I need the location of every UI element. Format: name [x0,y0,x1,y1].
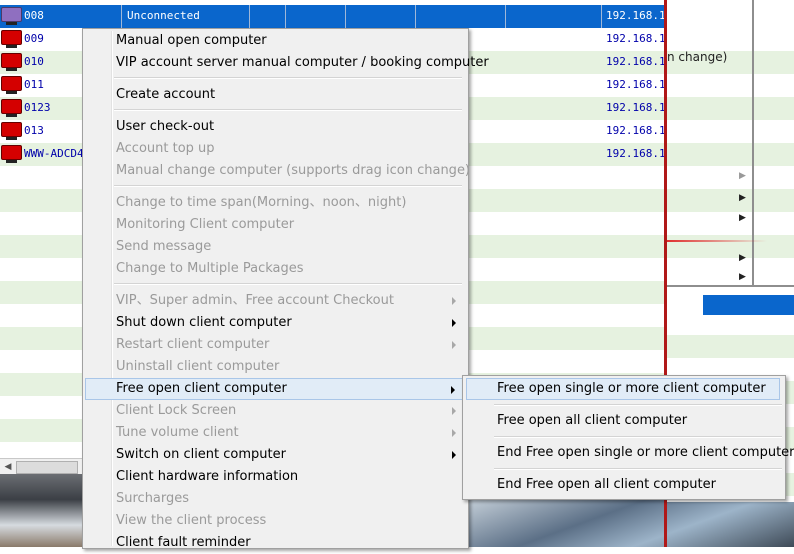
scroll-left-icon[interactable]: ◀ [2,460,14,474]
computer-ip: 192.168.10 [606,78,666,91]
chevron-right-icon: ▶ [739,171,746,181]
menu-separator [494,468,782,470]
menu-item-manual-change-computer: Manual change computer (supports drag ic… [116,163,471,178]
menu-item-change-time-span: Change to time span(Morning、noon、night) [116,195,407,210]
computer-ip: 192.168.10 [606,101,666,114]
free-open-submenu: Free open single or more client computer… [462,375,794,500]
menu-item-tune-volume: Tune volume client [85,422,464,444]
menu-item-change-packages: Change to Multiple Packages [116,261,304,276]
menu-item-view-process: View the client process [116,513,267,528]
menu-item-monitoring-client: Monitoring Client computer [116,217,295,232]
red-monitor-icon [1,53,22,71]
computer-ip: 192.168.10 [606,55,666,68]
desktop-wallpaper [460,500,794,547]
chevron-right-icon [452,319,456,327]
menu-item-surcharges: Surcharges [116,491,190,506]
menu-separator [114,185,462,187]
submenu-item-free-open-single[interactable]: Free open single or more client computer [466,378,780,400]
red-monitor-icon [1,76,22,94]
chevron-right-icon: ▶ [739,193,746,203]
window-border [752,0,754,285]
submenu-item-free-open-all[interactable]: Free open all client computer [466,410,780,432]
chevron-right-icon [451,386,455,394]
chevron-right-icon: ▶ [739,253,746,263]
computer-name: 010 [24,55,44,68]
menu-item-restart-client: Restart client computer [85,334,464,356]
menu-item-manual-open[interactable]: Manual open computer [85,30,464,52]
chevron-right-icon [452,297,456,305]
menu-item-user-checkout[interactable]: User check-out [85,116,464,138]
menu-separator [494,404,782,406]
menu-item-free-open-client[interactable]: Free open client computer [85,378,464,400]
computer-ip: 192.168.10 [606,124,666,137]
chevron-right-icon: ▶ [739,213,746,223]
chevron-right-icon [452,451,456,459]
menu-item-vip-manual-booking[interactable]: VIP account server manual computer / boo… [85,52,489,74]
computer-ip: 192.168.10 [606,9,666,22]
menu-item-account-top-up: Account top up [116,141,215,156]
chevron-right-icon [452,407,456,415]
menu-item-vip-checkout: VIP、Super admin、Free account Checkout [85,290,464,312]
menu-item-shut-down-client[interactable]: Shut down client computer [85,312,464,334]
menu-separator [114,109,462,111]
computer-name: 009 [24,32,44,45]
menu-separator [114,283,462,285]
red-monitor-icon [1,145,22,163]
computer-name: WWW-ADCD4 [24,147,84,160]
menu-separator [114,77,462,79]
selected-row-highlight [703,295,794,315]
menu-item-send-message: Send message [116,239,212,254]
menu-item-switch-on-client[interactable]: Switch on client computer [85,444,464,466]
table-row-008[interactable]: 008 Unconnected 192.168.10 [0,5,666,28]
red-monitor-icon [1,122,22,140]
menu-item-client-lock-screen: Client Lock Screen [85,400,464,422]
drag-indicator-line [667,240,767,242]
computer-name: 013 [24,124,44,137]
chevron-right-icon [452,429,456,437]
red-monitor-icon [1,30,22,48]
chevron-right-icon: ▶ [739,272,746,282]
computer-ip: 192.168.10 [606,147,666,160]
computer-name: 0123 [24,101,51,114]
background-menu-text: n change) [667,50,728,64]
menu-item-create-account[interactable]: Create account [85,84,464,106]
offline-monitor-icon [1,7,22,25]
menu-item-fault-reminder[interactable]: Client fault reminder [85,532,464,554]
scrollbar-thumb[interactable] [16,461,78,474]
background-window: ▶ ▶ ▶ ▶ ▶ [667,0,794,285]
computer-status: Unconnected [127,9,200,22]
submenu-item-end-free-open-all[interactable]: End Free open all client computer [466,474,780,496]
menu-item-uninstall-client: Uninstall client computer [116,359,280,374]
computer-name: 008 [24,9,44,22]
red-monitor-icon [1,99,22,117]
menu-item-hardware-info[interactable]: Client hardware information [85,466,464,488]
submenu-item-end-free-open-single[interactable]: End Free open single or more client comp… [466,442,794,464]
menu-separator [494,436,782,438]
context-menu: Manual open computer VIP account server … [82,28,489,550]
computer-ip: 192.168.10 [606,32,666,45]
chevron-right-icon [452,341,456,349]
computer-name: 011 [24,78,44,91]
